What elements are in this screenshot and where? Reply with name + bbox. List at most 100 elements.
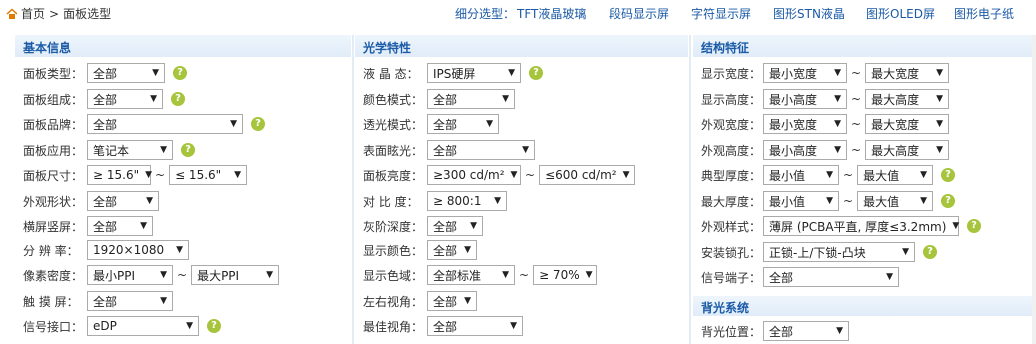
filter-select[interactable]: 全部 ▼ — [427, 316, 523, 336]
basic-filter-row: 分 辨 率： 1920×1080 ▼ — [15, 239, 189, 261]
filter-select[interactable]: 全部标准 ▼ — [427, 265, 515, 285]
filter-select[interactable]: 全部 ▼ — [87, 89, 163, 109]
filter-select[interactable]: 笔记本 ▼ — [87, 140, 173, 160]
filter-label: 典型厚度： — [701, 168, 762, 183]
basic-filter-row: 面板类型： 全部 ▼? — [15, 62, 187, 84]
dropdown-arrow-icon: ▼ — [502, 270, 509, 280]
help-icon[interactable]: ? — [923, 245, 937, 259]
filter-select-max[interactable]: 最大宽度 ▼ — [865, 63, 950, 83]
filter-select-max[interactable]: ≤600 cd/m² ▼ — [539, 165, 636, 185]
filter-select[interactable]: 全部 ▼ — [87, 216, 153, 236]
basic-info-title: 基本信息 — [15, 35, 351, 57]
filter-select-max-value: ≤ 15.6" — [175, 168, 222, 182]
filter-select[interactable]: 全部 ▼ — [763, 321, 849, 341]
filter-select[interactable]: 全部 ▼ — [427, 140, 535, 160]
dropdown-arrow-icon: ▼ — [160, 296, 167, 306]
filter-select[interactable]: eDP ▼ — [87, 316, 199, 336]
range-separator: ~ — [177, 268, 188, 282]
dropdown-arrow-icon: ▼ — [266, 270, 274, 280]
filter-select[interactable]: 全部 ▼ — [427, 240, 477, 260]
filter-select[interactable]: 最小高度 ▼ — [763, 140, 847, 160]
basic-filter-row: 面板组成： 全部 ▼? — [15, 88, 185, 110]
range-separator: ~ — [851, 143, 862, 157]
filter-select[interactable]: 全部 ▼ — [87, 114, 243, 134]
filter-select-value: 全部 — [93, 194, 118, 209]
filter-select-value: 全部标准 — [433, 268, 482, 283]
dropdown-arrow-icon: ▼ — [920, 170, 928, 180]
nav-link-epaper[interactable]: 图形电子纸 — [954, 5, 1014, 22]
filter-select[interactable]: ≥300 cd/m² ▼ — [427, 165, 521, 185]
dropdown-arrow-icon: ▼ — [952, 221, 960, 231]
filter-select-max[interactable]: 最大值 ▼ — [857, 191, 934, 211]
filter-label: 面板类型： — [23, 66, 84, 81]
filter-select-value: 全部 — [433, 92, 458, 107]
filter-label: 信号端子： — [701, 270, 762, 285]
filter-label: 显示宽度： — [701, 66, 762, 81]
filter-select-max[interactable]: 最大高度 ▼ — [865, 89, 950, 109]
filter-select-max[interactable]: 最大高度 ▼ — [865, 140, 950, 160]
nav-link-tft[interactable]: TFT液晶玻璃 — [517, 5, 586, 22]
filter-select-max-value: 最大高度 — [871, 143, 920, 158]
filter-select[interactable]: 全部 ▼ — [427, 216, 483, 236]
help-icon[interactable]: ? — [207, 319, 221, 333]
dropdown-arrow-icon: ▼ — [510, 321, 517, 331]
filter-select[interactable]: 全部 ▼ — [87, 191, 159, 211]
filter-select[interactable]: ≥ 15.6" ▼ — [87, 165, 153, 185]
filter-select-value: ≥ 15.6" — [93, 168, 140, 182]
filter-select[interactable]: 最小值 ▼ — [763, 165, 839, 185]
help-icon[interactable]: ? — [173, 66, 187, 80]
help-icon[interactable]: ? — [529, 66, 543, 80]
structure-filter-row: 安装锁孔： 正锁-上/下锁-凸块 ▼? — [693, 241, 937, 263]
filter-select[interactable]: IPS硬屏 ▼ — [427, 63, 521, 83]
filter-select[interactable]: 薄屏 (PCBA平直, 厚度≤3.2mm) ▼ — [763, 216, 959, 236]
help-icon[interactable]: ? — [181, 143, 195, 157]
filter-select-max[interactable]: 最大PPI ▼ — [191, 265, 280, 285]
filter-select[interactable]: ≥ 800:1 ▼ — [427, 191, 507, 211]
help-icon[interactable]: ? — [941, 194, 956, 208]
filter-select[interactable]: 最小高度 ▼ — [763, 89, 847, 109]
filter-select[interactable]: 最小宽度 ▼ — [763, 63, 847, 83]
structure-filter-row: 最大厚度： 最小值 ▼ ~ 最大值 ▼? — [693, 190, 956, 212]
filter-select-max[interactable]: 最大宽度 ▼ — [865, 114, 950, 134]
filter-select[interactable]: 全部 ▼ — [427, 291, 477, 311]
scrollbar[interactable] — [1032, 35, 1036, 344]
dropdown-arrow-icon: ▼ — [920, 196, 928, 206]
optical-filter-row: 显示颜色： 全部 ▼ — [355, 239, 477, 261]
filter-label: 外观形状： — [23, 194, 84, 209]
nav-link-stn[interactable]: 图形STN液晶 — [773, 5, 845, 22]
filter-select[interactable]: 全部 ▼ — [427, 89, 515, 109]
filter-select[interactable]: 最小宽度 ▼ — [763, 114, 847, 134]
nav-link-segment[interactable]: 段码显示屏 — [609, 5, 669, 22]
filter-label: 触 摸 屏： — [23, 294, 79, 309]
filter-select-value: 最小宽度 — [769, 66, 818, 81]
filter-select-value: 全部 — [93, 294, 118, 309]
filter-select[interactable]: 正锁-上/下锁-凸块 ▼ — [763, 242, 915, 262]
filter-select[interactable]: 全部 ▼ — [427, 114, 499, 134]
filter-select[interactable]: 全部 ▼ — [87, 63, 165, 83]
filter-select[interactable]: 全部 ▼ — [763, 267, 899, 287]
filter-select-value: 最小高度 — [769, 143, 818, 158]
filter-select[interactable]: 最小PPI ▼ — [87, 265, 173, 285]
filter-select-max[interactable]: ≤ 15.6" ▼ — [169, 165, 248, 185]
help-icon[interactable]: ? — [251, 117, 265, 131]
help-icon[interactable]: ? — [171, 92, 185, 106]
breadcrumb-home-link[interactable]: 首页 — [21, 5, 45, 22]
dropdown-arrow-icon: ▼ — [494, 196, 501, 206]
dropdown-arrow-icon: ▼ — [145, 170, 153, 180]
dropdown-arrow-icon: ▼ — [836, 326, 843, 336]
filter-select[interactable]: 最小值 ▼ — [763, 191, 839, 211]
help-icon[interactable]: ? — [967, 219, 981, 233]
nav-link-oled[interactable]: 图形OLED屏 — [866, 5, 935, 22]
filter-select-max[interactable]: 最大值 ▼ — [857, 165, 934, 185]
filter-label: 最大厚度： — [701, 194, 762, 209]
filter-select[interactable]: 1920×1080 ▼ — [87, 240, 189, 260]
filter-select-value: 最小PPI — [93, 268, 136, 283]
nav-link-character[interactable]: 字符显示屏 — [691, 5, 751, 22]
basic-filter-row: 外观形状： 全部 ▼ — [15, 190, 159, 212]
range-separator: ~ — [519, 268, 530, 282]
top-bar: 首页 > 面板选型 细分选型： TFT液晶玻璃 段码显示屏 字符显示屏 图形ST… — [0, 0, 1036, 28]
filter-select[interactable]: 全部 ▼ — [87, 291, 173, 311]
help-icon[interactable]: ? — [941, 168, 956, 182]
filter-select-max[interactable]: ≥ 70% ▼ — [533, 265, 598, 285]
dropdown-arrow-icon: ▼ — [834, 68, 841, 78]
